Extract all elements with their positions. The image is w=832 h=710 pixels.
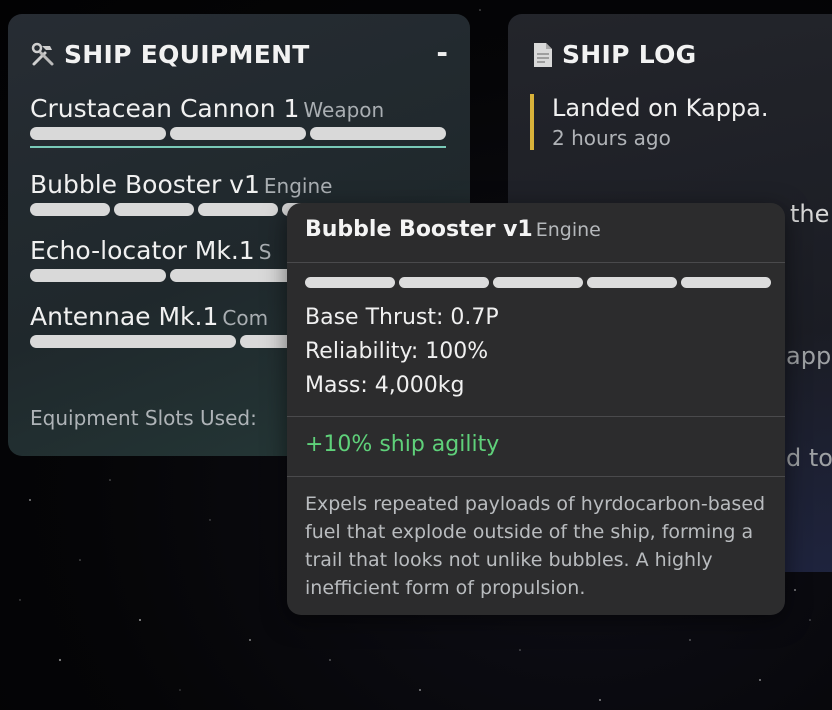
equipment-title-text: SHIP EQUIPMENT: [64, 40, 310, 69]
minimize-button[interactable]: -: [436, 36, 448, 69]
equipment-slots-used: Equipment Slots Used:: [30, 406, 257, 430]
log-entry-text: d tov: [786, 444, 832, 472]
stat-mass: Mass: 4,000kg: [305, 373, 465, 398]
tools-icon: [31, 42, 54, 65]
equipment-item-type: S: [258, 240, 272, 264]
durability-bars: [30, 127, 446, 140]
stat-base-thrust: Base Thrust: 0.7P: [305, 305, 499, 330]
equipment-item-type: Engine: [263, 174, 333, 198]
tooltip-divider: [287, 476, 785, 477]
tooltip-stats: Base Thrust: 0.7P Reliability: 100% Mass…: [305, 301, 499, 403]
tooltip-item-type: Engine: [535, 219, 601, 241]
equipment-item-name: Crustacean Cannon 1: [30, 94, 300, 123]
stat-reliability: Reliability: 100%: [305, 339, 489, 364]
log-entry-time: 2 hours ago: [552, 126, 671, 150]
equipment-item-label: Crustacean Cannon 1 Weapon: [30, 94, 446, 123]
tooltip-description: Expels repeated payloads of hyrdocarbon-…: [305, 493, 766, 599]
tooltip-item-name: Bubble Booster v1: [305, 217, 533, 242]
log-entry-text: appa: [786, 342, 832, 370]
tooltip-bonus: +10% ship agility: [305, 432, 500, 457]
equipment-item-type: Weapon: [303, 98, 385, 122]
tooltip-divider: [287, 416, 785, 417]
equipment-item-crustacean-cannon[interactable]: Crustacean Cannon 1 Weapon: [30, 94, 446, 148]
document-icon: [534, 42, 552, 67]
equipment-item-label: Bubble Booster v1 Engine: [30, 170, 446, 199]
log-panel-title: SHIP LOG: [532, 40, 696, 69]
item-tooltip: Bubble Booster v1 Engine Base Thrust: 0.7…: [287, 203, 785, 615]
log-entry: Landed on Kappa. 2 hours ago: [530, 94, 769, 150]
equipment-item-type: Com: [222, 306, 269, 330]
equipment-item-name: Antennae Mk.1: [30, 302, 219, 331]
equipment-panel-title: SHIP EQUIPMENT: [30, 40, 310, 69]
tooltip-divider: [287, 262, 785, 263]
tooltip-durability-bars: [305, 277, 771, 288]
log-entry-text: Landed on Kappa.: [552, 94, 769, 122]
tooltip-header: Bubble Booster v1 Engine: [305, 217, 601, 242]
equipment-item-name: Echo-locator Mk.1: [30, 236, 255, 265]
log-title-text: SHIP LOG: [562, 40, 697, 69]
log-entry-text: the: [790, 200, 830, 228]
equipment-item-name: Bubble Booster v1: [30, 170, 260, 199]
